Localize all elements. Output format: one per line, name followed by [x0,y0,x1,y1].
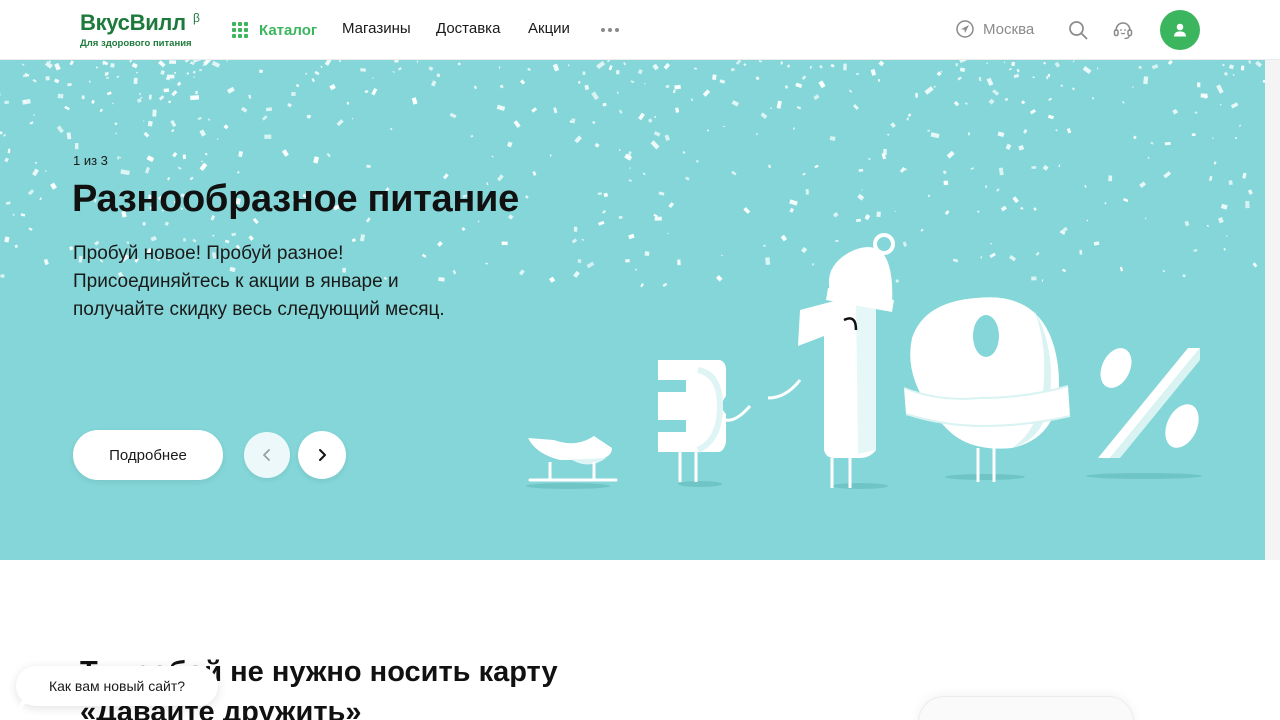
nav-stores[interactable]: Магазины [342,20,411,37]
logo[interactable]: ВкусВилл β Для здорового питания [80,10,210,52]
header: ВкусВилл β Для здорового питания Каталог… [0,0,1280,60]
promo-illustration [526,233,1202,489]
percent-sign-illustration [1098,348,1200,458]
slide-counter: 1 из 3 [73,153,108,168]
city-label: Москва [983,20,1035,38]
user-icon [1174,23,1186,37]
more-button[interactable]: Подробнее [73,430,223,480]
grid-icon [232,22,248,38]
feedback-bubble-tail [16,700,30,712]
phone-mockup-edge [918,696,1134,720]
location-arrow-icon [956,20,974,38]
next-slide-button[interactable] [298,431,346,479]
sled-illustration [528,436,618,482]
search-icon[interactable] [1068,20,1088,40]
support-headset-icon[interactable] [1112,19,1134,41]
digit-three-illustration [658,360,752,482]
scrollbar-track[interactable] [1265,60,1280,560]
logo-tagline: Для здорового питания [80,38,192,49]
chevron-right-icon [319,449,326,461]
feedback-label: Как вам новый сайт? [48,678,186,694]
city-selector[interactable]: Москва [956,20,1034,38]
more-dots-icon[interactable] [601,28,619,32]
hero-text: Пробуй новое! Пробуй разное! Присоединяй… [73,243,445,320]
digit-one-illustration [767,233,895,488]
nav-promotions[interactable]: Акции [528,20,570,37]
profile-button[interactable] [1160,10,1200,50]
feedback-button[interactable]: Как вам новый сайт? [16,666,218,706]
nav-catalog-label: Каталог [259,21,318,39]
logo-text: ВкусВилл [80,10,186,35]
prev-slide-button[interactable] [244,432,290,478]
chevron-left-icon [263,449,270,461]
digit-zero-illustration [903,297,1071,482]
hero-banner: 1 из 3 Разнообразное питание Пробуй ново… [0,60,1265,560]
nav-catalog[interactable]: Каталог [232,19,317,41]
nav-delivery[interactable]: Доставка [436,20,500,37]
hero-title: Разнообразное питание [72,178,519,220]
logo-beta-mark: β [193,11,200,25]
